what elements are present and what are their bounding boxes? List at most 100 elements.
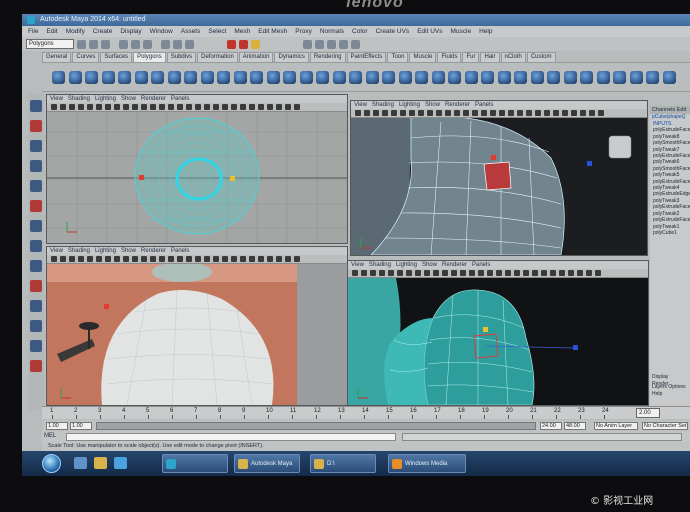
- shelf-tool-icon[interactable]: [662, 71, 676, 84]
- viewport-tool-icon[interactable]: [132, 104, 138, 110]
- menu-edit-uvs[interactable]: Edit UVs: [417, 28, 442, 35]
- vp-menu-panels[interactable]: Panels: [472, 261, 490, 269]
- ie-icon[interactable]: [74, 457, 87, 469]
- vp-menu-lighting[interactable]: Lighting: [95, 95, 116, 103]
- viewport-tool-icon[interactable]: [415, 270, 421, 276]
- vp-menu-shading[interactable]: Shading: [68, 95, 90, 103]
- shelf-tool-icon[interactable]: [299, 71, 313, 84]
- viewport-tool-icon[interactable]: [69, 256, 75, 262]
- viewport-tool-icon[interactable]: [60, 104, 66, 110]
- viewport-tool-icon[interactable]: [159, 104, 165, 110]
- history-node-item[interactable]: polyExtrudeEdge: [650, 191, 690, 197]
- taskbar-task-folder[interactable]: D:\: [310, 454, 376, 473]
- viewport-tool-icon[interactable]: [481, 110, 487, 116]
- viewport-tool-icon[interactable]: [159, 256, 165, 262]
- shelf-tab-subdivs[interactable]: Subdivs: [166, 52, 197, 62]
- shelf-tab-muscle[interactable]: Muscle: [409, 52, 437, 62]
- viewport-tool-icon[interactable]: [460, 270, 466, 276]
- toolbox-tool-icon[interactable]: [30, 180, 42, 192]
- open-scene-icon[interactable]: [89, 39, 98, 49]
- viewport-tool-icon[interactable]: [87, 104, 93, 110]
- vp-menu-renderer[interactable]: Renderer: [442, 261, 467, 269]
- menu-file[interactable]: File: [28, 28, 38, 35]
- viewport-tool-icon[interactable]: [388, 270, 394, 276]
- viewport-tool-icon[interactable]: [285, 104, 291, 110]
- construction-history-icon[interactable]: [303, 39, 312, 49]
- viewport-tool-icon[interactable]: [499, 110, 505, 116]
- channel-box-icon[interactable]: [351, 39, 360, 49]
- menu-proxy[interactable]: Proxy: [295, 28, 312, 35]
- render-settings-icon[interactable]: [251, 39, 260, 49]
- current-frame-field[interactable]: 2.00: [636, 408, 660, 418]
- viewport-tool-icon[interactable]: [598, 110, 604, 116]
- viewport-tool-icon[interactable]: [51, 104, 57, 110]
- command-language-label[interactable]: MEL: [44, 433, 56, 439]
- viewport-tool-icon[interactable]: [294, 256, 300, 262]
- tool-settings-icon[interactable]: [339, 39, 348, 49]
- viewport-tool-icon[interactable]: [141, 104, 147, 110]
- vp-menu-panels[interactable]: Panels: [475, 101, 493, 109]
- viewport-tool-icon[interactable]: [472, 110, 478, 116]
- vp-menu-renderer[interactable]: Renderer: [141, 95, 166, 103]
- viewport-tool-icon[interactable]: [454, 110, 460, 116]
- viewport-tool-icon[interactable]: [87, 256, 93, 262]
- menu-window[interactable]: Window: [150, 28, 173, 35]
- shelf-tool-icon[interactable]: [349, 71, 362, 84]
- anim-layer-dropdown[interactable]: No Anim Layer: [594, 422, 638, 430]
- layers-menu[interactable]: Layers: [652, 384, 667, 390]
- shelf-tool-icon[interactable]: [151, 71, 164, 84]
- shelf-tab-fur[interactable]: Fur: [462, 52, 480, 62]
- command-input[interactable]: [66, 433, 396, 441]
- viewport-tool-icon[interactable]: [249, 256, 255, 262]
- display-layer-tab[interactable]: Display: [652, 374, 668, 380]
- vp-menu-lighting[interactable]: Lighting: [399, 101, 420, 109]
- viewport-tool-icon[interactable]: [505, 270, 511, 276]
- shelf-tool-icon[interactable]: [629, 71, 643, 84]
- viewport-tool-icon[interactable]: [177, 256, 183, 262]
- toolbox-tool-icon[interactable]: [30, 100, 42, 112]
- channel-box-header[interactable]: Channels Edit: [650, 106, 690, 114]
- viewport-tool-icon[interactable]: [240, 104, 246, 110]
- viewport-tool-icon[interactable]: [469, 270, 475, 276]
- history-node-item[interactable]: polyExtrudeFace: [650, 217, 690, 223]
- shelf-tab-general[interactable]: General: [42, 52, 72, 62]
- shelf-tool-icon[interactable]: [217, 71, 230, 84]
- vp-menu-view[interactable]: View: [50, 247, 63, 255]
- viewport-tool-icon[interactable]: [276, 104, 282, 110]
- viewport-tool-icon[interactable]: [562, 110, 568, 116]
- viewport-tool-icon[interactable]: [400, 110, 406, 116]
- viewport-tool-icon[interactable]: [595, 270, 601, 276]
- viewport-tool-icon[interactable]: [559, 270, 565, 276]
- viewport-tool-icon[interactable]: [586, 270, 592, 276]
- viewport-tool-icon[interactable]: [78, 104, 84, 110]
- viewport-tool-icon[interactable]: [258, 256, 264, 262]
- shelf-tool-icon[interactable]: [382, 71, 395, 84]
- vp-menu-shading[interactable]: Shading: [369, 261, 391, 269]
- viewport-tool-icon[interactable]: [535, 110, 541, 116]
- menu-create-uvs[interactable]: Create UVs: [376, 28, 410, 35]
- front-view-canvas[interactable]: [47, 112, 347, 243]
- viewport-tool-icon[interactable]: [478, 270, 484, 276]
- viewport-tool-icon[interactable]: [78, 256, 84, 262]
- viewport-tool-icon[interactable]: [222, 104, 228, 110]
- shelf-tool-icon[interactable]: [497, 71, 511, 84]
- viewport-tool-icon[interactable]: [222, 256, 228, 262]
- viewport-tool-icon[interactable]: [433, 270, 439, 276]
- shelf-tool-icon[interactable]: [184, 71, 197, 84]
- viewport-tool-icon[interactable]: [276, 256, 282, 262]
- viewport-tool-icon[interactable]: [213, 256, 219, 262]
- end-time-field[interactable]: 48.00: [564, 422, 586, 430]
- shelf-tab-surfaces[interactable]: Surfaces: [100, 52, 133, 62]
- viewport-tool-icon[interactable]: [373, 110, 379, 116]
- viewport-tool-icon[interactable]: [355, 110, 361, 116]
- history-node-item[interactable]: polySmoothFace: [650, 140, 690, 146]
- shelf-tool-icon[interactable]: [481, 71, 494, 84]
- snap-curve-icon[interactable]: [173, 39, 182, 49]
- shelf-tool-icon[interactable]: [283, 71, 296, 84]
- viewport-tool-icon[interactable]: [231, 256, 237, 262]
- shelf-tool-icon[interactable]: [316, 71, 329, 84]
- playback-start-field[interactable]: 1.00: [70, 422, 92, 430]
- viewport-tool-icon[interactable]: [294, 104, 300, 110]
- shelf-tool-icon[interactable]: [266, 71, 280, 84]
- select-component-icon[interactable]: [143, 39, 152, 49]
